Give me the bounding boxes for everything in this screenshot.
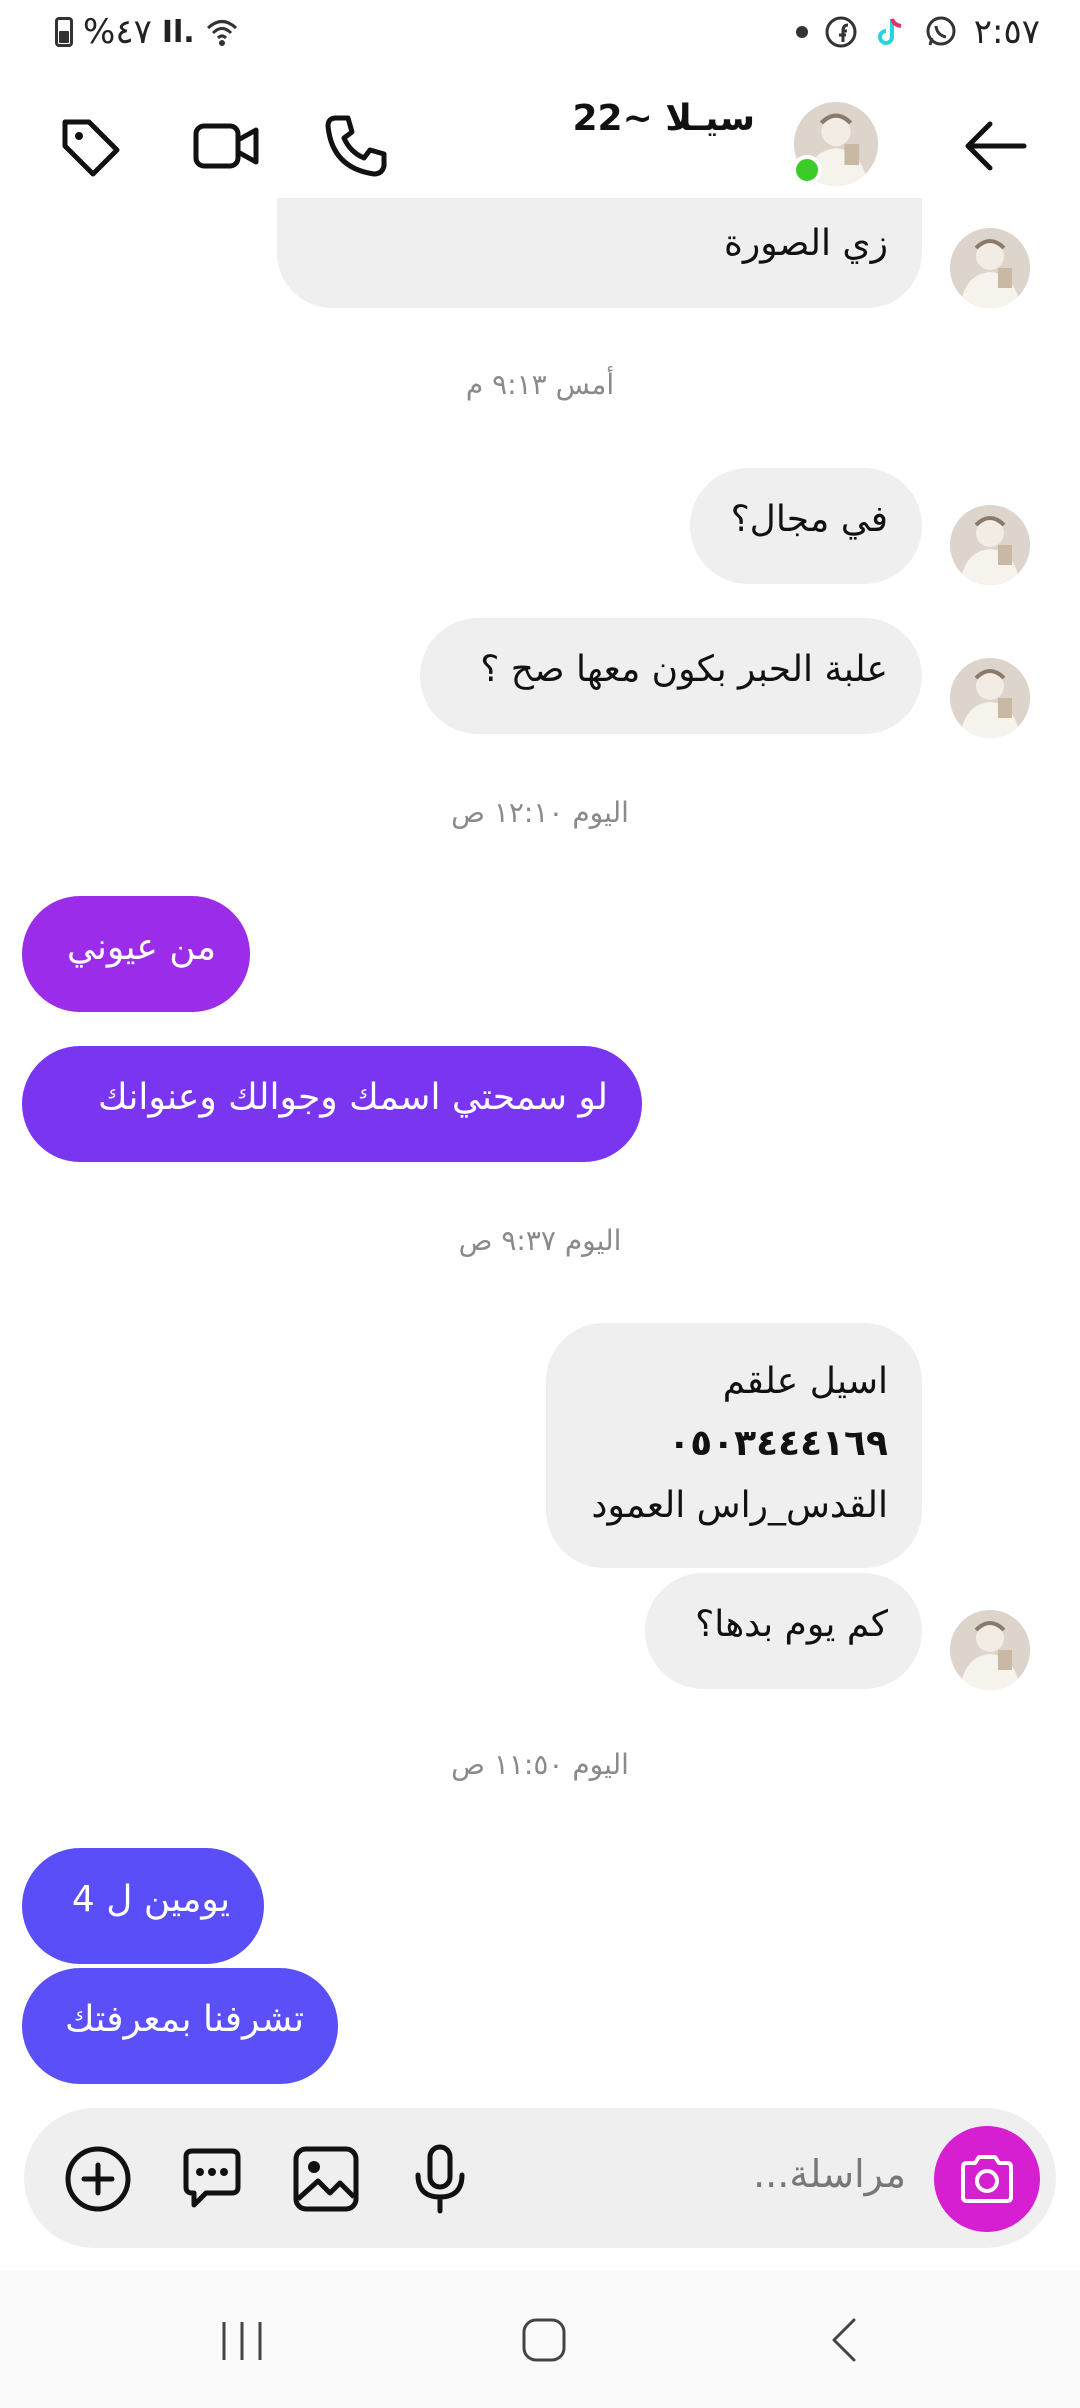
signal-icon: Il. — [161, 14, 195, 50]
system-navigation-bar — [0, 2270, 1080, 2408]
tag-icon[interactable] — [55, 110, 127, 182]
gallery-icon[interactable] — [290, 2143, 362, 2215]
home-icon[interactable] — [514, 2310, 574, 2370]
message-line: ٠٥٠٣٤٤٤١٦٩ — [668, 1423, 888, 1464]
sender-avatar[interactable] — [950, 658, 1030, 738]
tiktok-icon — [874, 15, 908, 49]
message-bubble-sent[interactable]: تشرفنا بمعرفتك — [22, 1968, 338, 2084]
sender-avatar[interactable] — [950, 228, 1030, 308]
video-call-icon[interactable] — [190, 110, 262, 182]
message-input[interactable]: مراسلة... — [753, 2152, 906, 2196]
message-composer: مراسلة... — [24, 2108, 1056, 2248]
message-bubble-received[interactable]: كم يوم بدها؟ — [645, 1573, 922, 1689]
timestamp: أمس ٩:١٣ م — [465, 368, 615, 401]
status-left: %٤٧ Il. — [55, 12, 239, 52]
chat-sticker-icon[interactable] — [176, 2143, 248, 2215]
microphone-icon[interactable] — [404, 2143, 476, 2215]
status-bar: %٤٧ Il. ٢:٥٧ — [0, 0, 1080, 70]
message-bubble-sent[interactable]: من عيوني — [22, 896, 250, 1012]
sender-avatar[interactable] — [950, 505, 1030, 585]
timestamp: اليوم ٩:٣٧ ص — [458, 1224, 622, 1257]
message-bubble-sent[interactable]: لو سمحتي اسمك وجوالك وعنوانك — [22, 1046, 642, 1162]
online-status-dot — [792, 155, 822, 185]
message-line: القدس_راس العمود — [591, 1485, 888, 1526]
phone-icon[interactable] — [320, 110, 392, 182]
message-bubble-received[interactable]: في مجال؟ — [690, 468, 922, 584]
wifi-icon — [205, 15, 239, 49]
chat-header — [0, 90, 1080, 200]
facebook-icon — [824, 15, 858, 49]
whatsapp-icon — [924, 15, 958, 49]
battery-icon — [55, 17, 73, 47]
timestamp: اليوم ١١:٥٠ ص — [451, 1748, 629, 1781]
back-icon[interactable] — [816, 2310, 876, 2370]
notification-dot-icon — [795, 26, 808, 38]
contact-name[interactable]: سيـلا ~22 — [572, 98, 755, 139]
recent-apps-icon[interactable] — [212, 2310, 272, 2370]
message-bubble-sent[interactable]: يومين ل 4 — [22, 1848, 264, 1964]
timestamp: اليوم ١٢:١٠ ص — [451, 796, 629, 829]
add-icon[interactable] — [62, 2143, 134, 2215]
message-line: اسيل علقم — [722, 1361, 888, 1402]
message-bubble-received[interactable]: زي الصورة — [277, 198, 922, 308]
message-bubble-received[interactable]: علبة الحبر بكون معها صح ؟ — [420, 618, 922, 734]
status-right: ٢:٥٧ — [795, 12, 1040, 52]
camera-icon — [961, 2155, 1013, 2203]
camera-button[interactable] — [934, 2126, 1040, 2232]
back-arrow-icon[interactable] — [960, 110, 1032, 182]
sender-avatar[interactable] — [950, 1610, 1030, 1690]
status-time: ٢:٥٧ — [973, 12, 1040, 52]
battery-percent: %٤٧ — [83, 12, 152, 52]
message-bubble-received[interactable]: اسيل علقم ٠٥٠٣٤٤٤١٦٩ القدس_راس العمود — [546, 1323, 922, 1568]
